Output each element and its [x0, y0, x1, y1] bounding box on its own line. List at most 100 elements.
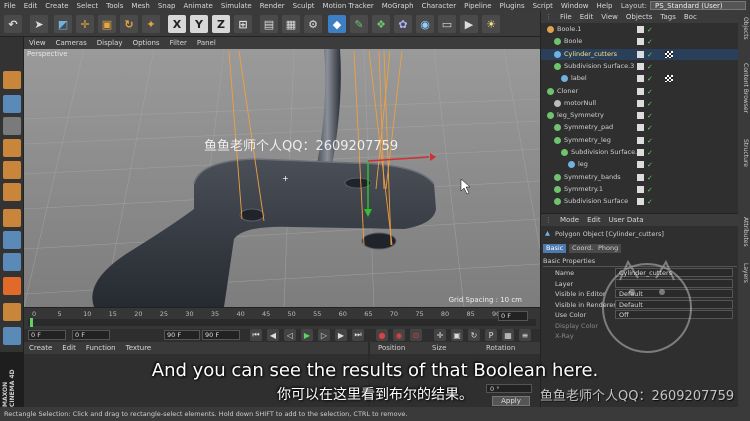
object-row[interactable]: leg ✓	[541, 159, 739, 171]
enabled-check-icon[interactable]: ✓	[647, 74, 653, 85]
next-key-icon[interactable]: ▶	[335, 329, 347, 341]
enabled-check-icon[interactable]: ✓	[647, 50, 653, 61]
menu-select[interactable]: Select	[73, 2, 103, 10]
timeline-track[interactable]	[28, 319, 536, 326]
go-to-start-icon[interactable]: ⏮	[250, 329, 262, 341]
enabled-check-icon[interactable]: ✓	[647, 62, 653, 73]
deformer-icon[interactable]: ◉	[416, 15, 434, 33]
om-menu-edit[interactable]: Edit	[576, 13, 598, 21]
enabled-check-icon[interactable]: ✓	[647, 99, 653, 110]
menu-character[interactable]: Character	[418, 2, 461, 10]
subdivision-icon[interactable]: ❖	[372, 15, 390, 33]
visibility-dots-icon[interactable]	[637, 124, 644, 132]
rotate-key-icon[interactable]: ↻	[468, 329, 480, 341]
side-tab-attributes[interactable]: Attributes	[739, 217, 749, 247]
material-menu-edit[interactable]: Edit	[57, 344, 81, 352]
workplane-icon[interactable]	[3, 253, 21, 271]
am-menu-edit[interactable]: Edit	[583, 216, 605, 224]
viewport-menu-panel[interactable]: Panel	[192, 39, 221, 47]
visibility-dots-icon[interactable]	[637, 161, 644, 169]
visibility-dots-icon[interactable]	[637, 185, 644, 193]
param-key-icon[interactable]: P	[485, 329, 497, 341]
om-menu-view[interactable]: View	[597, 13, 622, 21]
z-axis-icon[interactable]: Z	[212, 15, 230, 33]
menu-file[interactable]: File	[0, 2, 20, 10]
menu-motion-tracker[interactable]: Motion Tracker	[319, 2, 378, 10]
snap-icon[interactable]	[3, 277, 21, 295]
layout-dropdown[interactable]: PS_Standard (User)	[650, 1, 746, 10]
polygons-mode-icon[interactable]	[3, 183, 21, 201]
spline-pen-icon[interactable]: ✎	[350, 15, 368, 33]
tweak-mode-icon[interactable]	[3, 231, 21, 249]
visibility-dots-icon[interactable]	[637, 38, 644, 46]
visibility-dots-icon[interactable]	[637, 149, 644, 156]
visibility-dots-icon[interactable]	[637, 136, 644, 144]
prev-key-icon[interactable]: ◀	[267, 329, 279, 341]
preview-max-field[interactable]: 90 F	[202, 330, 240, 340]
y-axis-icon[interactable]: Y	[190, 15, 208, 33]
enabled-check-icon[interactable]: ✓	[647, 123, 653, 134]
material-menu-function[interactable]: Function	[81, 344, 121, 352]
edges-mode-icon[interactable]	[3, 161, 21, 179]
3d-viewport[interactable]: + Perspective 鱼鱼老师个人QQ：2609207759 Grid S…	[24, 49, 540, 307]
prev-frame-icon[interactable]: ◁	[284, 329, 296, 341]
om-menu-bookmarks[interactable]: Boc	[680, 13, 701, 21]
om-menu-objects[interactable]: Objects	[622, 13, 656, 21]
rotate-icon[interactable]: ↻	[120, 15, 138, 33]
viewport-menu-filter[interactable]: Filter	[165, 39, 192, 47]
material-menu-texture[interactable]: Texture	[121, 344, 157, 352]
timeline-menu-icon[interactable]: ≡	[519, 329, 531, 341]
object-row[interactable]: Subdivision Surface.3 ✓	[541, 61, 739, 73]
side-tab-content-browser[interactable]: Content Browser	[739, 63, 749, 113]
viewport-menu-view[interactable]: View	[24, 39, 51, 47]
visibility-dots-icon[interactable]	[637, 87, 644, 95]
select-arrow-icon[interactable]: ➤	[30, 15, 48, 33]
visibility-dots-icon[interactable]	[637, 62, 644, 70]
menu-render[interactable]: Render	[256, 2, 289, 10]
texture-tag-icon[interactable]	[665, 50, 673, 58]
render-view-icon[interactable]: ▤	[260, 15, 278, 33]
current-time-field[interactable]: 0 F	[498, 311, 528, 321]
enabled-check-icon[interactable]: ✓	[647, 185, 653, 196]
planar-workplane-icon[interactable]	[3, 327, 21, 345]
points-mode-icon[interactable]	[3, 139, 21, 157]
cloner-icon[interactable]: ✿	[394, 15, 412, 33]
object-row[interactable]: Subdivision Surface ✓	[541, 196, 739, 208]
axis-mode-icon[interactable]	[3, 209, 21, 227]
tab-basic[interactable]: Basic	[543, 244, 567, 253]
menu-script[interactable]: Script	[529, 2, 557, 10]
object-row[interactable]: Symmetry_bands ✓	[541, 172, 739, 184]
enabled-check-icon[interactable]: ✓	[647, 160, 653, 171]
move-icon[interactable]: ✛	[76, 15, 94, 33]
object-row[interactable]: motorNull ✓	[541, 98, 739, 110]
texture-tag-icon[interactable]	[665, 75, 673, 83]
live-selection-icon[interactable]: ◩	[54, 15, 72, 33]
autokey-icon[interactable]: ◉	[393, 329, 405, 341]
enabled-check-icon[interactable]: ✓	[647, 37, 653, 48]
menu-tools[interactable]: Tools	[102, 2, 127, 10]
timeline[interactable]: 0 5 10 15 20 25 30 35 40 45 50 55 60 65 70 75 80 85 90 0 F…	[24, 307, 540, 342]
object-row[interactable]: Cylinder_cutters ✓	[541, 48, 739, 61]
enabled-check-icon[interactable]: ✓	[647, 111, 653, 122]
am-menu-user-data[interactable]: User Data	[605, 216, 648, 224]
menu-window[interactable]: Window	[557, 2, 593, 10]
enabled-check-icon[interactable]: ✓	[647, 148, 653, 159]
playhead[interactable]	[30, 318, 33, 327]
enabled-check-icon[interactable]: ✓	[647, 87, 653, 98]
am-menu-mode[interactable]: Mode	[556, 216, 583, 224]
visibility-dots-icon[interactable]	[637, 112, 644, 120]
visibility-dots-icon[interactable]	[637, 26, 644, 33]
object-row[interactable]: Symmetry_leg ✓	[541, 135, 739, 147]
x-axis-icon[interactable]: X	[168, 15, 186, 33]
recent-tool-icon[interactable]: ✦	[142, 15, 160, 33]
menu-help[interactable]: Help	[593, 2, 617, 10]
move-key-icon[interactable]: ✛	[434, 329, 446, 341]
menu-sculpt[interactable]: Sculpt	[289, 2, 319, 10]
render-picture-viewer-icon[interactable]: ▦	[282, 15, 300, 33]
enabled-check-icon[interactable]: ✓	[647, 136, 653, 147]
menu-animate[interactable]: Animate	[179, 2, 216, 10]
visibility-dots-icon[interactable]	[637, 75, 644, 83]
menu-plugins[interactable]: Plugins	[496, 2, 529, 10]
go-to-end-icon[interactable]: ⏭	[352, 329, 364, 341]
scale-icon[interactable]: ▣	[98, 15, 116, 33]
